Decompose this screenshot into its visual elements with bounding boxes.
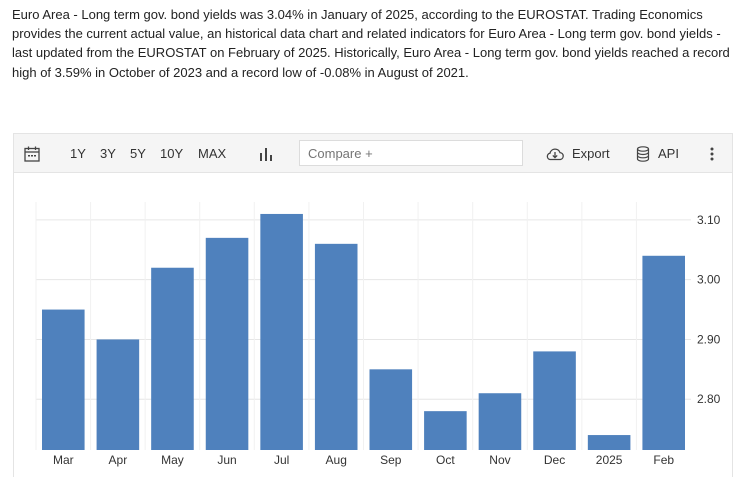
compare-input[interactable]: [299, 140, 523, 166]
chart-toolbar: 1Y 3Y 5Y 10Y MAX Export API: [14, 133, 732, 173]
bar-dec: [533, 351, 576, 450]
bar-jun: [205, 237, 249, 450]
range-5y-button[interactable]: 5Y: [130, 134, 146, 174]
x-tick-label: Dec: [544, 453, 565, 467]
chart-widget: 1Y 3Y 5Y 10Y MAX Export API 2.80 2.90 3.00…: [13, 133, 733, 477]
bar-chart: 2.80 2.90 3.00 3.10 Mar Apr May Jun Jul Aug Sep Oct…: [35, 202, 721, 467]
x-tick-label: Mar: [53, 453, 74, 467]
bar-apr: [96, 339, 140, 450]
range-1y-button[interactable]: 1Y: [70, 134, 86, 174]
bar-nov: [478, 393, 522, 450]
x-tick-label: Apr: [109, 453, 128, 467]
x-tick-label: Feb: [653, 453, 674, 467]
y-tick-label: 3.10: [697, 213, 721, 227]
x-tick-label: 2025: [596, 453, 623, 467]
bar-mar: [42, 309, 85, 450]
bar-jul: [260, 213, 303, 450]
y-tick-label: 2.90: [697, 332, 721, 346]
bar-oct: [424, 411, 467, 450]
bar-sep: [369, 369, 413, 450]
api-button[interactable]: API: [658, 134, 679, 174]
x-tick-label: Jul: [274, 453, 289, 467]
description-text: Euro Area - Long term gov. bond yields w…: [12, 7, 730, 80]
y-tick-label: 2.80: [697, 392, 721, 406]
chart-type-icon[interactable]: [259, 147, 273, 161]
calendar-icon[interactable]: [24, 146, 40, 162]
more-options-icon[interactable]: [710, 147, 714, 161]
x-tick-label: Jun: [217, 453, 236, 467]
x-tick-label: Oct: [436, 453, 455, 467]
x-tick-label: Nov: [489, 453, 510, 467]
bar-aug: [314, 243, 358, 450]
export-button[interactable]: Export: [572, 134, 610, 174]
bar-2025: [587, 435, 631, 450]
range-3y-button[interactable]: 3Y: [100, 134, 116, 174]
bar-feb: [642, 255, 685, 450]
range-10y-button[interactable]: 10Y: [160, 134, 183, 174]
x-tick-label: Aug: [326, 453, 347, 467]
range-max-button[interactable]: MAX: [198, 134, 226, 174]
y-tick-label: 3.00: [697, 273, 721, 287]
database-icon[interactable]: [636, 146, 650, 162]
bar-may: [151, 267, 194, 450]
x-tick-label: Sep: [380, 453, 402, 467]
cloud-download-icon[interactable]: [545, 147, 565, 161]
x-tick-label: May: [161, 453, 184, 467]
